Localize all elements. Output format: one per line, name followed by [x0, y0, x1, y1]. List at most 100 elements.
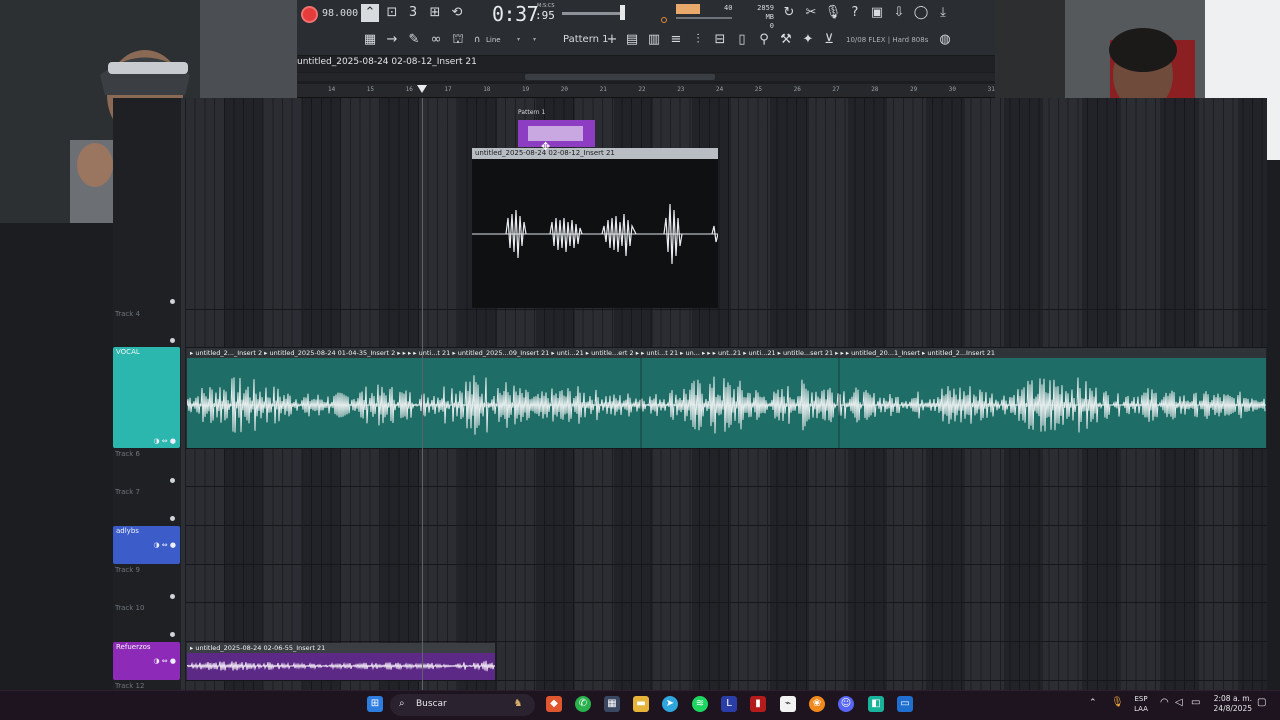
ruler-tick-label: 30	[948, 86, 957, 93]
globe-icon[interactable]: ◍	[936, 31, 954, 49]
cart-icon[interactable]: ⊻	[820, 31, 838, 49]
capcut-icon[interactable]: ⌁	[780, 696, 796, 712]
track-adlybs-controls-icon[interactable]: ◑ ⇔ ●	[153, 541, 176, 549]
ruler-tick-label: 23	[677, 86, 685, 93]
deer-widget-icon[interactable]: ♞	[510, 696, 526, 712]
vocal-audio-clips[interactable]	[187, 348, 1266, 448]
taskbar-clock[interactable]: 2:08 a. m. 24/8/2025	[1210, 694, 1252, 714]
pattern-clip[interactable]	[518, 120, 595, 147]
loop-record-icon[interactable]: ⟲	[448, 4, 466, 22]
track-refuerzos-header[interactable]: Refuerzos ◑ ⇔ ●	[113, 642, 180, 680]
telegram-icon[interactable]: ➤	[662, 696, 678, 712]
mixer-icon[interactable]: ≡	[667, 31, 685, 49]
ruler-tick-label: 21	[599, 86, 607, 93]
playlist-icon[interactable]: ▤	[623, 31, 641, 49]
snap-select[interactable]: Line	[486, 36, 501, 44]
master-volume-knob[interactable]	[620, 5, 625, 20]
add-pattern-icon[interactable]: +	[603, 31, 621, 49]
l-app-icon[interactable]: L	[721, 696, 737, 712]
piano-roll-icon[interactable]: ▦	[361, 31, 379, 49]
metronome-icon[interactable]: ⌃	[361, 4, 379, 22]
memory-line2: 0	[769, 22, 774, 30]
brush-icon[interactable]: ✦	[799, 31, 817, 49]
arrow-right-icon[interactable]: →	[383, 31, 401, 49]
countdown-icon[interactable]: 3	[404, 4, 422, 22]
red-app-icon[interactable]: ▮	[750, 696, 766, 712]
dragged-audio-clip[interactable]	[472, 148, 718, 308]
link-icon[interactable]: ∞	[427, 31, 445, 49]
track-vocal-controls-icon[interactable]: ◑ ⇔ ●	[153, 437, 176, 445]
snap-chevron-icon[interactable]: ▾	[517, 36, 520, 43]
undo-history-icon[interactable]: ↻	[780, 4, 798, 22]
track-9-mute-dot[interactable]	[170, 594, 175, 599]
pattern-select[interactable]: Pattern 1	[563, 34, 609, 45]
pencil-icon[interactable]: ✎	[405, 31, 423, 49]
timeline-ruler[interactable]	[297, 84, 995, 98]
faders-icon[interactable]: ⫶	[689, 31, 707, 49]
green-app-icon[interactable]: ◧	[868, 696, 884, 712]
dragged-clip-waveform	[472, 203, 718, 265]
track-7-label[interactable]: Track 7	[115, 488, 140, 496]
save-icon[interactable]: ▣	[868, 4, 886, 22]
magnet-icon[interactable]: ∩	[468, 31, 486, 49]
help-icon[interactable]: ?	[846, 4, 864, 22]
playhead-marker[interactable]	[417, 85, 427, 93]
tempo-display[interactable]: 98.000	[322, 8, 358, 19]
horizontal-scroll-thumb[interactable]	[525, 74, 715, 80]
track-4-mute-dot[interactable]	[170, 299, 175, 304]
playlist-title[interactable]: untitled_2025-08-24 02-08-12_Insert 21	[297, 57, 477, 67]
dragged-clip-title[interactable]: untitled_2025-08-24 02-08-12_Insert 21	[472, 148, 718, 159]
input-language[interactable]: ESP LAA	[1133, 694, 1149, 714]
track-10-label[interactable]: Track 10	[115, 604, 144, 612]
render-icon[interactable]: ⇩	[890, 4, 908, 22]
track-5-mute-dot[interactable]	[170, 338, 175, 343]
battery-icon[interactable]: ▭	[1191, 697, 1200, 708]
track-refuerzos-controls-icon[interactable]: ◑ ⇔ ●	[153, 657, 176, 665]
track-vocal-header[interactable]: VOCAL ◑ ⇔ ●	[113, 347, 180, 448]
time-main: 0:37	[492, 2, 539, 26]
brave-icon[interactable]: ◆	[546, 696, 562, 712]
pattern-chevron-icon[interactable]: ▾	[533, 36, 536, 43]
window-app-icon[interactable]: ▭	[897, 696, 913, 712]
whatsapp-icon[interactable]: ✆	[575, 696, 591, 712]
chat-icon[interactable]: ◯	[912, 4, 930, 22]
tray-mic-icon[interactable]: 🎙	[1111, 697, 1124, 708]
track-4-label[interactable]: Track 4	[115, 310, 140, 318]
pitch-knob-icon[interactable]	[661, 17, 667, 23]
track-10-mute-dot[interactable]	[170, 632, 175, 637]
master-volume-track[interactable]	[562, 12, 624, 15]
refuerzos-clip-title[interactable]: ▸ untitled_2025-08-24 02-06-55_Insert 21	[187, 643, 495, 653]
vocal-clip-titles[interactable]: ▸ untitled_2..._Insert 2 ▸ untitled_2025…	[187, 348, 1266, 358]
track-9-label[interactable]: Track 9	[115, 566, 140, 574]
store-icon[interactable]: ▦	[604, 696, 620, 712]
stamp-icon[interactable]: ⛫	[449, 31, 467, 49]
tools-icon[interactable]: ⚒	[777, 31, 795, 49]
clipboard-icon[interactable]: ▯	[733, 31, 751, 49]
track-12-label[interactable]: Track 12	[115, 682, 144, 690]
wait-record-icon[interactable]: ⊡	[383, 4, 401, 22]
track-6-mute-dot[interactable]	[170, 478, 175, 483]
step-edit-icon[interactable]: ⊞	[426, 4, 444, 22]
cut-icon[interactable]: ✂	[802, 4, 820, 22]
spotify-icon[interactable]: ≋	[692, 696, 708, 712]
download-icon[interactable]: ⤓	[934, 4, 952, 22]
file-explorer-icon[interactable]: ▬	[633, 696, 649, 712]
channel-rack-icon[interactable]: ▥	[645, 31, 663, 49]
browser-icon[interactable]: ⊟	[711, 31, 729, 49]
track-adlybs-header[interactable]: adlybs ◑ ⇔ ●	[113, 526, 180, 564]
plugin-icon[interactable]: ⚲	[755, 31, 773, 49]
fl-studio-icon[interactable]: ❀	[809, 696, 825, 712]
track-7-mute-dot[interactable]	[170, 516, 175, 521]
song-time-display[interactable]: 0:37	[492, 2, 539, 26]
windows-start-icon[interactable]: ⊞	[367, 696, 383, 712]
wifi-icon[interactable]: ◠	[1160, 697, 1169, 708]
volume-icon[interactable]: ◁	[1175, 697, 1183, 708]
discord-icon[interactable]: ☺	[838, 696, 854, 712]
record-button[interactable]	[301, 6, 318, 23]
ruler-tick-label: 16	[405, 86, 413, 93]
notification-icon[interactable]: ▢	[1257, 697, 1266, 708]
track-6-label[interactable]: Track 6	[115, 450, 140, 458]
microphone-icon[interactable]: 🎙	[824, 4, 842, 22]
tray-chevron-icon[interactable]: ⌃	[1089, 698, 1097, 708]
pattern-clip-title: Pattern 1	[518, 109, 546, 116]
